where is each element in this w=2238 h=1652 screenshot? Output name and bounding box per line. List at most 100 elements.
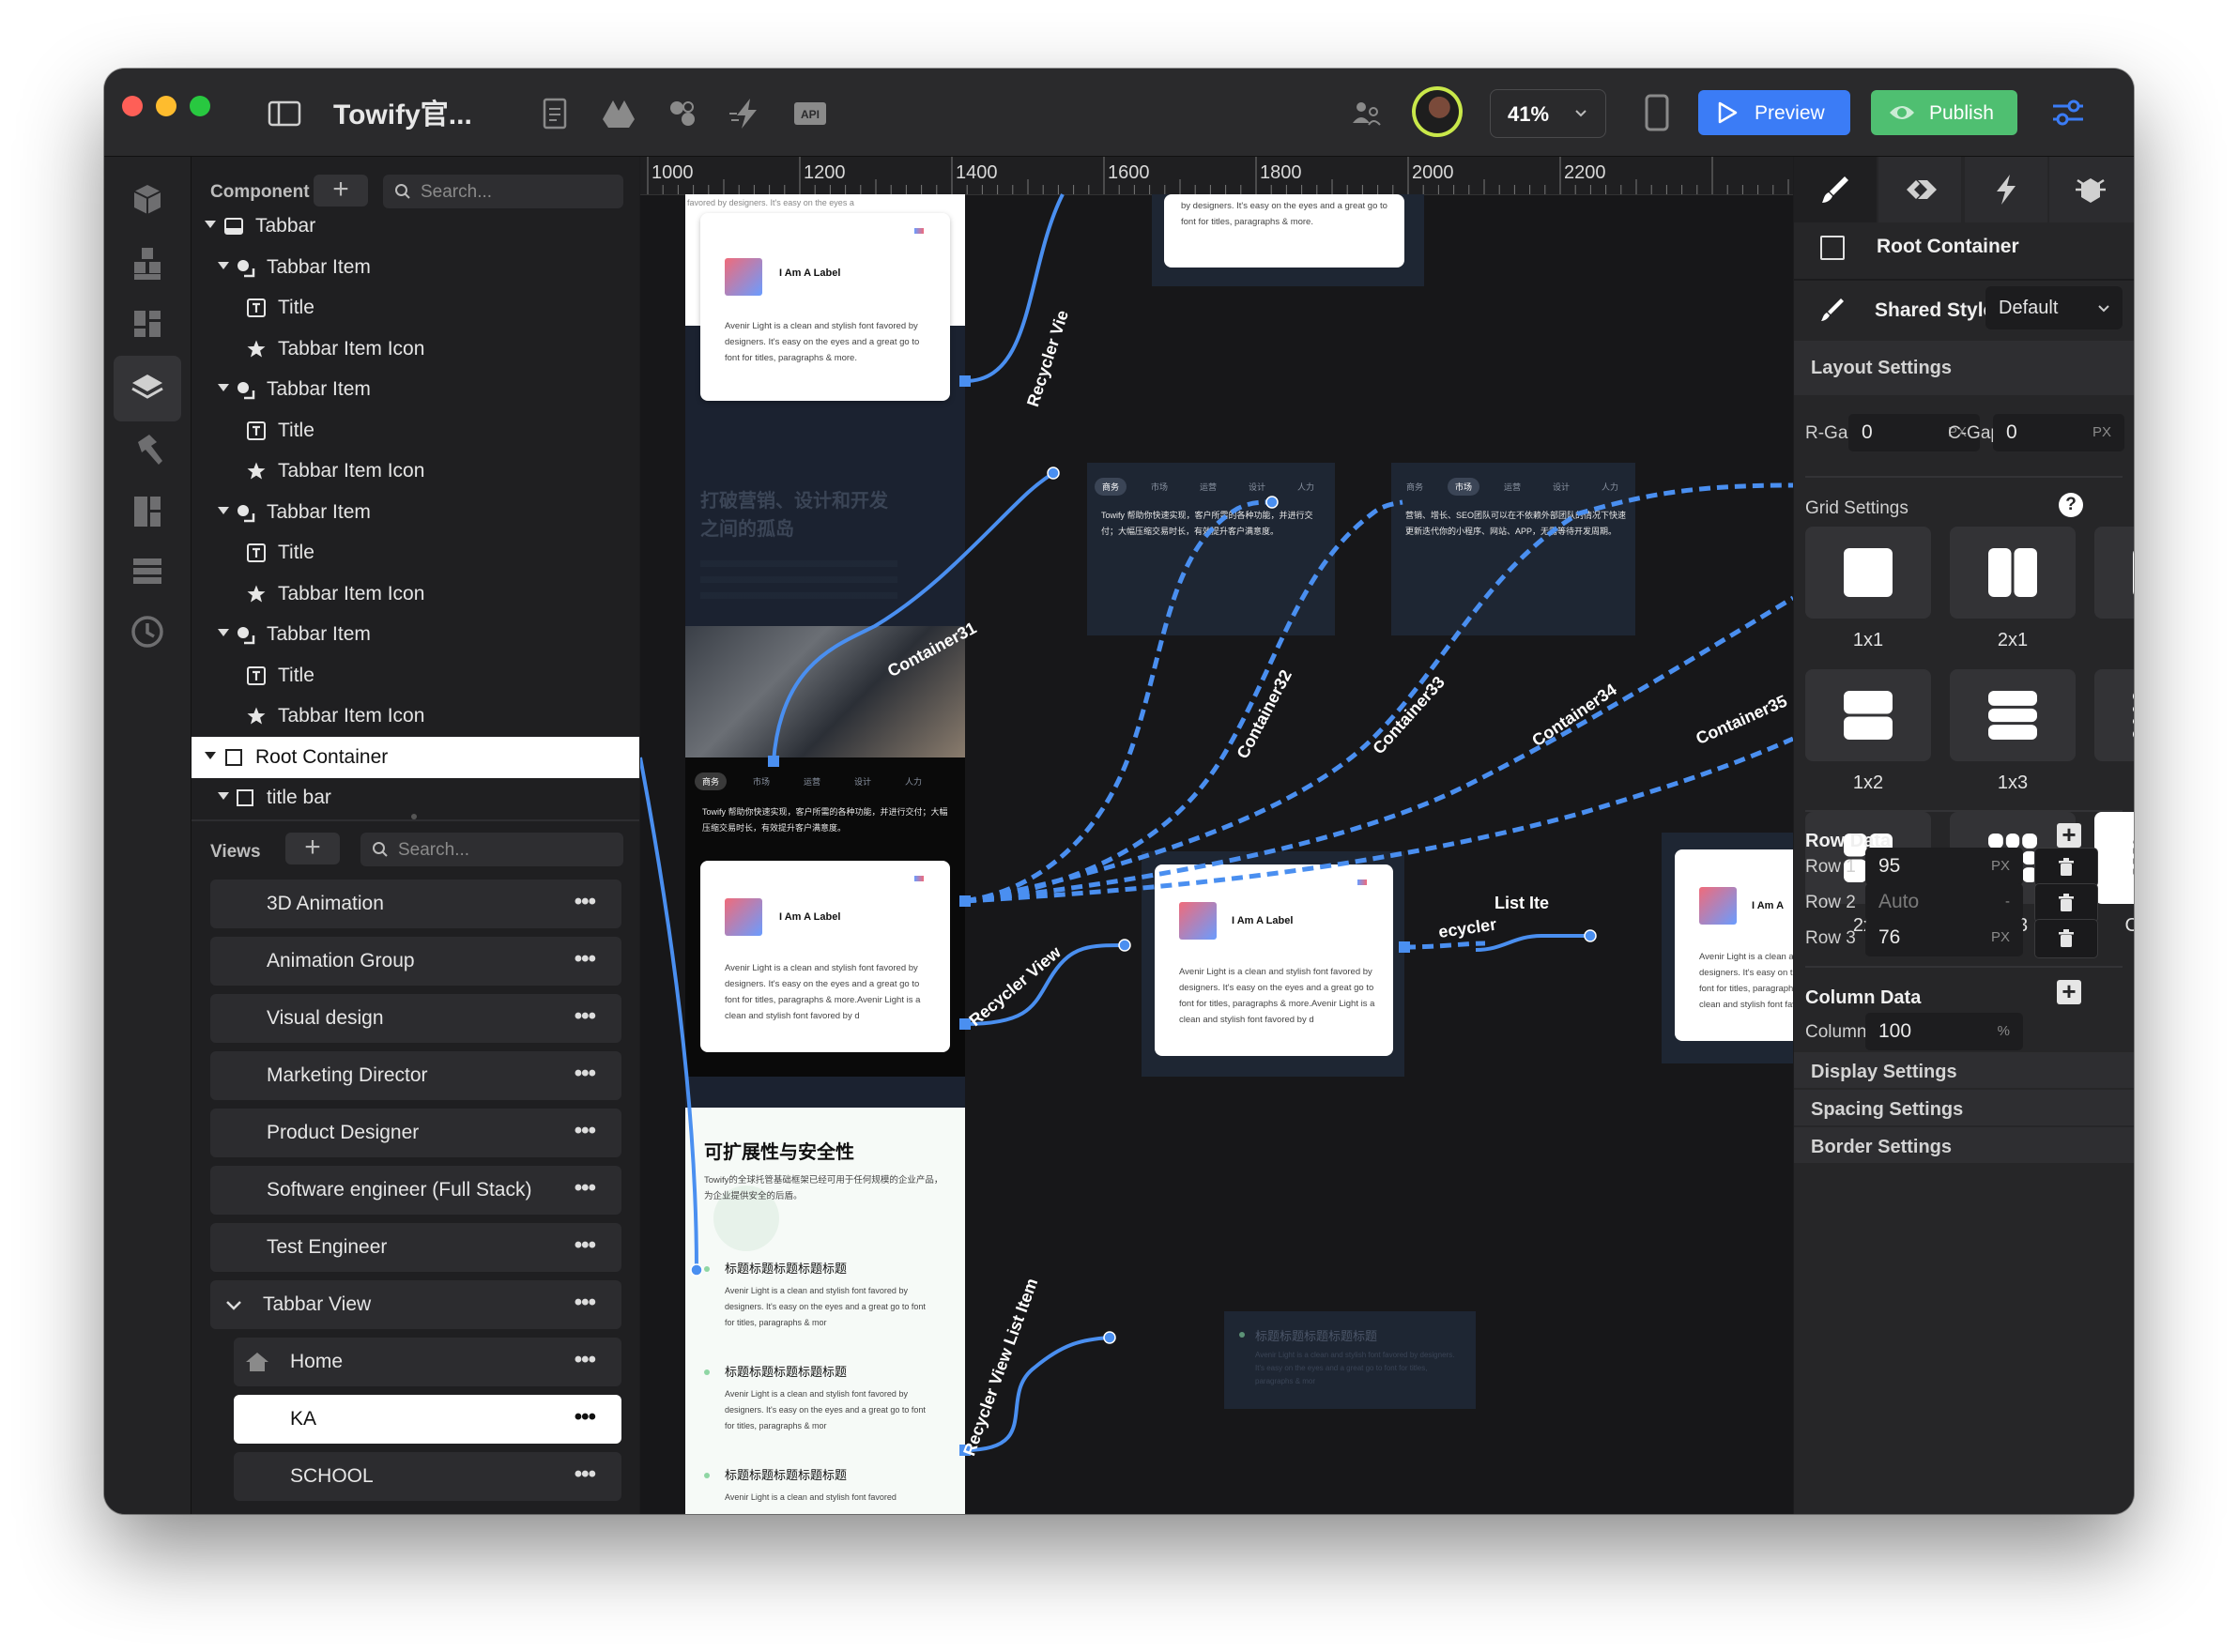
chevron-down-icon[interactable]: [223, 1295, 244, 1316]
more-options-icon[interactable]: •••: [575, 1347, 596, 1373]
label-card-middle[interactable]: I Am A Label Avenir Light is a clean and…: [1155, 864, 1393, 1056]
device-icon[interactable]: [1636, 92, 1678, 133]
expand-arrow-icon[interactable]: [218, 792, 229, 800]
tab-actions[interactable]: [1965, 157, 2047, 222]
tree-row[interactable]: Title: [192, 532, 639, 574]
view-item[interactable]: Software engineer (Full Stack) •••: [210, 1166, 621, 1215]
tab-item[interactable]: 市场: [745, 772, 777, 790]
tab-item[interactable]: 运营: [796, 772, 828, 790]
expand-arrow-icon[interactable]: [218, 261, 229, 269]
tree-row[interactable]: Tabbar Item: [192, 492, 639, 533]
actions-icon[interactable]: [728, 95, 765, 132]
more-options-icon[interactable]: •••: [575, 1175, 596, 1201]
column-1-input[interactable]: 100 %: [1865, 1013, 2023, 1050]
add-view-button[interactable]: +: [285, 833, 340, 864]
more-options-icon[interactable]: •••: [575, 889, 596, 915]
publish-button[interactable]: Publish: [1871, 90, 2017, 135]
view-item[interactable]: Test Engineer •••: [210, 1223, 621, 1272]
tab-item[interactable]: 人力: [1594, 478, 1626, 496]
more-options-icon[interactable]: •••: [575, 1232, 596, 1259]
shared-style-dropdown[interactable]: Default: [1985, 286, 2123, 329]
display-settings-section[interactable]: Display Settings: [1794, 1052, 2134, 1088]
add-component-button[interactable]: +: [314, 175, 368, 206]
document-title[interactable]: Towify官...: [333, 91, 472, 132]
cgap-input[interactable]: 0 PX: [1993, 414, 2124, 451]
views-search-input[interactable]: Search...: [360, 833, 623, 866]
tree-row[interactable]: Title: [192, 287, 639, 329]
components-icon[interactable]: [664, 95, 701, 132]
hammer-icon[interactable]: [121, 423, 174, 476]
delete-row-button[interactable]: [2034, 848, 2098, 887]
delete-row-button[interactable]: [2034, 919, 2098, 958]
tab-item[interactable]: 市场: [1448, 478, 1480, 496]
add-column-button[interactable]: +: [2057, 979, 2081, 1004]
view-item[interactable]: Visual design •••: [210, 994, 621, 1043]
add-row-button[interactable]: +: [2057, 822, 2081, 848]
tab-item[interactable]: 设计: [847, 772, 879, 790]
layout-settings-section[interactable]: Layout Settings: [1794, 341, 2134, 395]
dashboard-icon[interactable]: [121, 298, 174, 350]
tree-row[interactable]: Title: [192, 655, 639, 696]
design-canvas[interactable]: 1000 1200 1400 1600 1800 2000 2200 favored by …: [640, 157, 1793, 1514]
view-item[interactable]: Marketing Director •••: [210, 1051, 621, 1100]
tree-row[interactable]: Tabbar: [192, 206, 639, 247]
view-item[interactable]: SCHOOL •••: [234, 1452, 621, 1501]
api-icon[interactable]: API: [791, 95, 829, 132]
tree-row[interactable]: Tabbar Item Icon: [192, 451, 639, 492]
view-item[interactable]: Product Designer •••: [210, 1109, 621, 1157]
more-options-icon[interactable]: •••: [575, 946, 596, 972]
spacing-settings-section[interactable]: Spacing Settings: [1794, 1090, 2134, 1125]
tab-item[interactable]: 运营: [1496, 478, 1528, 496]
document-icon[interactable]: [536, 95, 574, 132]
zoom-dropdown[interactable]: 41%: [1490, 89, 1606, 138]
sidebar-toggle-icon[interactable]: [266, 95, 303, 132]
view-item[interactable]: 3D Animation •••: [210, 880, 621, 928]
tab-item[interactable]: 商务: [1399, 478, 1431, 496]
grid-option-button[interactable]: [1805, 527, 1931, 619]
grid-option-button[interactable]: [2094, 669, 2134, 761]
blocks-icon[interactable]: [121, 237, 174, 290]
row-value-input[interactable]: Auto -: [1865, 883, 2023, 921]
tab-item[interactable]: 设计: [1241, 478, 1273, 496]
expand-arrow-icon[interactable]: [218, 506, 229, 514]
layers-icon[interactable]: [121, 361, 174, 414]
tab-style[interactable]: [1794, 157, 1877, 222]
list-layout-icon[interactable]: [121, 545, 174, 598]
view-item[interactable]: KA •••: [234, 1395, 621, 1444]
view-item[interactable]: Tabbar View •••: [210, 1280, 621, 1329]
more-options-icon[interactable]: •••: [575, 1461, 596, 1488]
expand-arrow-icon[interactable]: [205, 751, 216, 759]
tab-item[interactable]: 人力: [1290, 478, 1322, 496]
delete-row-button[interactable]: [2034, 883, 2098, 923]
history-icon[interactable]: [121, 605, 174, 658]
label-card-top[interactable]: by designers. It's easy on the eyes and …: [1164, 194, 1404, 268]
grid-option-button[interactable]: [2094, 527, 2134, 619]
expand-arrow-icon[interactable]: [218, 384, 229, 391]
drive-icon[interactable]: [600, 95, 637, 132]
tree-row[interactable]: Root Container: [192, 736, 639, 778]
tree-row[interactable]: Tabbar Item Icon: [192, 696, 639, 737]
more-options-icon[interactable]: •••: [575, 1003, 596, 1030]
grid-option-button[interactable]: [2094, 812, 2134, 904]
tab-item[interactable]: 商务: [1095, 478, 1127, 496]
grid-option-button[interactable]: [1950, 669, 2076, 761]
tree-row[interactable]: Tabbar Item: [192, 614, 639, 655]
close-window-button[interactable]: [122, 96, 143, 116]
tree-row[interactable]: Tabbar Item Icon: [192, 574, 639, 615]
cube-icon[interactable]: [121, 174, 174, 226]
tree-row[interactable]: Tabbar Item: [192, 247, 639, 288]
help-icon[interactable]: ?: [2059, 493, 2083, 517]
component-search-input[interactable]: Search...: [383, 175, 623, 208]
tree-row[interactable]: Tabbar Item: [192, 369, 639, 410]
collaborators-icon[interactable]: [1348, 95, 1386, 132]
templates-icon[interactable]: [121, 485, 174, 538]
resize-handle[interactable]: [411, 814, 417, 819]
grid-option-button[interactable]: [1950, 527, 2076, 619]
settings-sliders-icon[interactable]: [2049, 94, 2087, 131]
label-card-2[interactable]: I Am A Label Avenir Light is a clean and…: [700, 861, 950, 1052]
view-item[interactable]: Home •••: [234, 1338, 621, 1386]
expand-arrow-icon[interactable]: [218, 629, 229, 636]
more-options-icon[interactable]: •••: [575, 1404, 596, 1430]
tab-item[interactable]: 设计: [1545, 478, 1577, 496]
minimize-window-button[interactable]: [156, 96, 176, 116]
